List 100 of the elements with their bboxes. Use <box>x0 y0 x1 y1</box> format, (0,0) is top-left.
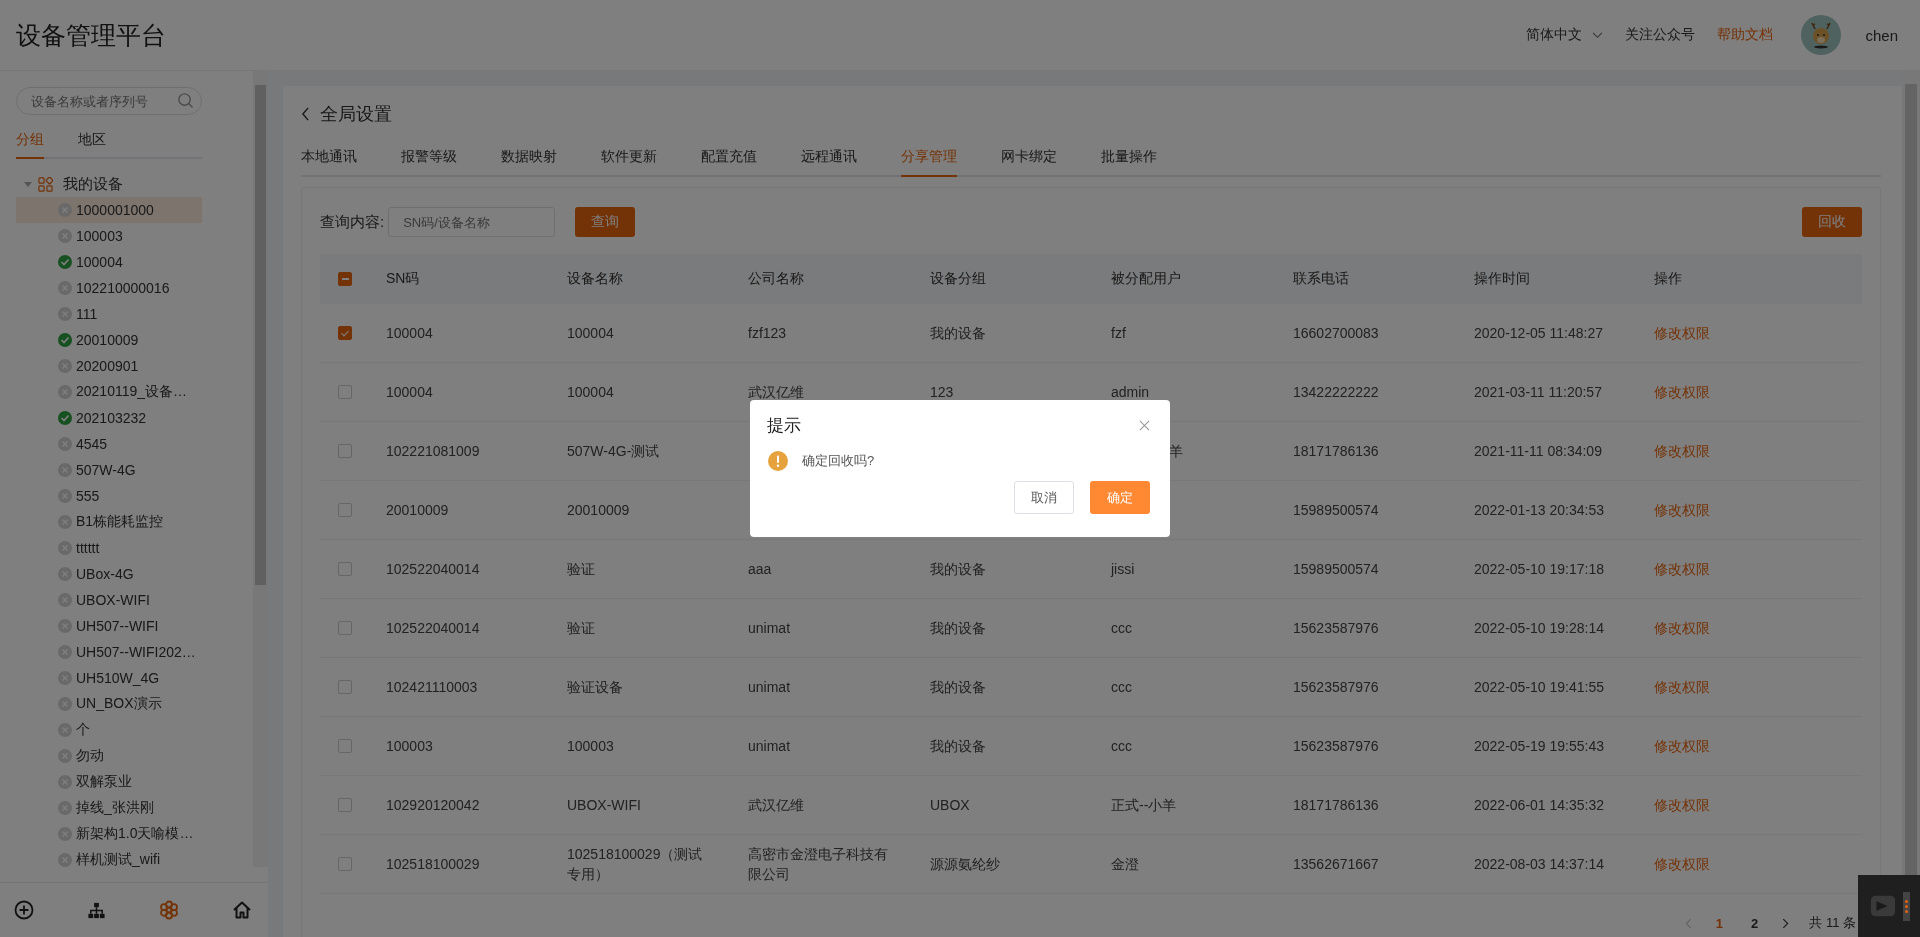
device-tree-item[interactable]: 111 <box>16 301 202 327</box>
device-tree-item[interactable]: UN_BOX演示 <box>16 691 202 717</box>
device-tree-item[interactable]: UH507--WIFI <box>16 613 202 639</box>
row-checkbox[interactable] <box>338 621 352 635</box>
row-checkbox[interactable] <box>338 326 352 340</box>
column-header: 被分配用户 <box>1111 270 1181 286</box>
table-cell: 我的设备 <box>930 325 986 341</box>
tree-group-label[interactable]: 我的设备 <box>63 174 123 194</box>
edit-permission-link[interactable]: 修改权限 <box>1654 797 1710 813</box>
table-cell: 验证 <box>567 620 595 636</box>
device-tree-item[interactable]: 4545 <box>16 431 202 457</box>
edit-permission-link[interactable]: 修改权限 <box>1654 856 1710 872</box>
device-tree-item[interactable]: 100003 <box>16 223 202 249</box>
device-tree-item[interactable]: tttttt <box>16 535 202 561</box>
edit-permission-link[interactable]: 修改权限 <box>1654 384 1710 400</box>
device-tree-item[interactable]: 555 <box>16 483 202 509</box>
device-tree-item[interactable]: 100004 <box>16 249 202 275</box>
row-checkbox[interactable] <box>338 503 352 517</box>
edit-permission-link[interactable]: 修改权限 <box>1654 738 1710 754</box>
scrollbar[interactable] <box>253 71 268 867</box>
device-tree-item[interactable]: UH507--WIFI202… <box>16 639 202 665</box>
group-icon <box>38 176 53 192</box>
next-page-icon[interactable] <box>1782 917 1790 929</box>
query-field[interactable]: SN码/设备名称 <box>388 207 556 237</box>
row-checkbox[interactable] <box>338 562 352 576</box>
table-cell: 2022-05-10 19:28:14 <box>1474 620 1604 636</box>
device-tree-item[interactable]: 20210119_设备… <box>16 379 202 405</box>
select-all-checkbox[interactable] <box>338 272 352 286</box>
close-icon[interactable] <box>1139 420 1150 431</box>
recycle-button[interactable]: 回收 <box>1802 207 1862 237</box>
table-cell: 我的设备 <box>930 738 986 754</box>
device-tree-item[interactable]: 掉线_张洪刚 <box>16 795 202 821</box>
settings-tab[interactable]: 批量操作 <box>1101 140 1157 177</box>
device-tree-item[interactable]: 勿动 <box>16 743 202 769</box>
edit-permission-link[interactable]: 修改权限 <box>1654 443 1710 459</box>
row-checkbox[interactable] <box>338 857 352 871</box>
device-tree-item[interactable]: 双解泵业 <box>16 769 202 795</box>
table-cell: 武汉亿维 <box>748 797 804 813</box>
table-cell: 验证设备 <box>567 679 623 695</box>
table-cell: 15989500574 <box>1293 502 1379 518</box>
page-number[interactable]: 2 <box>1747 915 1763 931</box>
device-tree-item[interactable]: 20010009 <box>16 327 202 353</box>
device-tree-item[interactable]: 202103232 <box>16 405 202 431</box>
edit-permission-link[interactable]: 修改权限 <box>1654 620 1710 636</box>
device-tree-item[interactable]: UH510W_4G <box>16 665 202 691</box>
device-tree-item[interactable]: 样机测试_wifi <box>16 847 202 873</box>
table-cell: 15989500574 <box>1293 561 1379 577</box>
user-name[interactable]: chen <box>1865 26 1898 44</box>
more-icon[interactable] <box>1902 891 1910 921</box>
cancel-button[interactable]: 取消 <box>1014 481 1074 514</box>
device-tree-item[interactable]: 507W-4G <box>16 457 202 483</box>
help-link[interactable]: 帮助文档 <box>1717 26 1774 44</box>
edit-permission-link[interactable]: 修改权限 <box>1654 325 1710 341</box>
language-dropdown[interactable]: 简体中文 <box>1526 26 1604 44</box>
sidebar-tab[interactable]: 地区 <box>78 125 106 159</box>
query-button[interactable]: 查询 <box>575 207 636 237</box>
settings-tab[interactable]: 配置充值 <box>701 140 757 177</box>
search-field[interactable]: 设备名称或者序列号 <box>16 87 202 115</box>
table-cell: jissi <box>1111 561 1135 577</box>
settings-tab[interactable]: 报警等级 <box>401 140 457 177</box>
device-tree-item[interactable]: 新架构1.0天喻模… <box>16 821 202 847</box>
device-tree-item[interactable]: UBox-4G <box>16 561 202 587</box>
table-cell: 100004 <box>567 384 614 400</box>
table-cell: 15623587976 <box>1293 679 1379 695</box>
settings-tab[interactable]: 软件更新 <box>601 140 657 177</box>
edit-permission-link[interactable]: 修改权限 <box>1654 561 1710 577</box>
settings-tab[interactable]: 分享管理 <box>901 140 957 177</box>
table-cell: unimat <box>748 738 791 754</box>
confirm-button[interactable]: 确定 <box>1090 481 1150 514</box>
device-tree-item[interactable]: UBOX-WIFI <box>16 587 202 613</box>
edit-permission-link[interactable]: 修改权限 <box>1654 502 1710 518</box>
avatar-icon[interactable] <box>1801 15 1842 55</box>
column-header: 设备名称 <box>567 270 623 286</box>
settings-tab[interactable]: 远程通讯 <box>801 140 857 177</box>
row-checkbox[interactable] <box>338 444 352 458</box>
table-cell: 100003 <box>567 738 614 754</box>
caret-icon <box>1592 31 1604 39</box>
row-checkbox[interactable] <box>338 385 352 399</box>
device-tree-item[interactable]: 1000001000 <box>16 197 202 223</box>
row-checkbox[interactable] <box>338 739 352 753</box>
follow-link[interactable]: 关注公众号 <box>1625 26 1696 44</box>
table-cell: admin <box>1111 384 1150 400</box>
table-cell: ccc <box>1111 620 1132 636</box>
table-cell: 100003 <box>386 738 433 754</box>
caret-icon[interactable] <box>24 180 32 188</box>
edit-permission-link[interactable]: 修改权限 <box>1654 679 1710 695</box>
search-icon <box>177 92 194 109</box>
total-count: 共 11 条 <box>1809 914 1856 932</box>
device-tree-item[interactable]: 20200901 <box>16 353 202 379</box>
device-tree-item[interactable]: 102210000016 <box>16 275 202 301</box>
device-tree-item[interactable]: B1栋能耗监控 <box>16 509 202 535</box>
device-tree-item[interactable]: 个 <box>16 717 202 743</box>
page-number[interactable]: 1 <box>1711 915 1728 931</box>
row-checkbox[interactable] <box>338 798 352 812</box>
sidebar-tab[interactable]: 分组 <box>16 125 44 159</box>
settings-tab[interactable]: 网卡绑定 <box>1001 140 1057 177</box>
row-checkbox[interactable] <box>338 680 352 694</box>
settings-tab[interactable]: 本地通讯 <box>301 140 357 177</box>
table-cell: 16602700083 <box>1293 325 1379 341</box>
settings-tab[interactable]: 数据映射 <box>501 140 557 177</box>
